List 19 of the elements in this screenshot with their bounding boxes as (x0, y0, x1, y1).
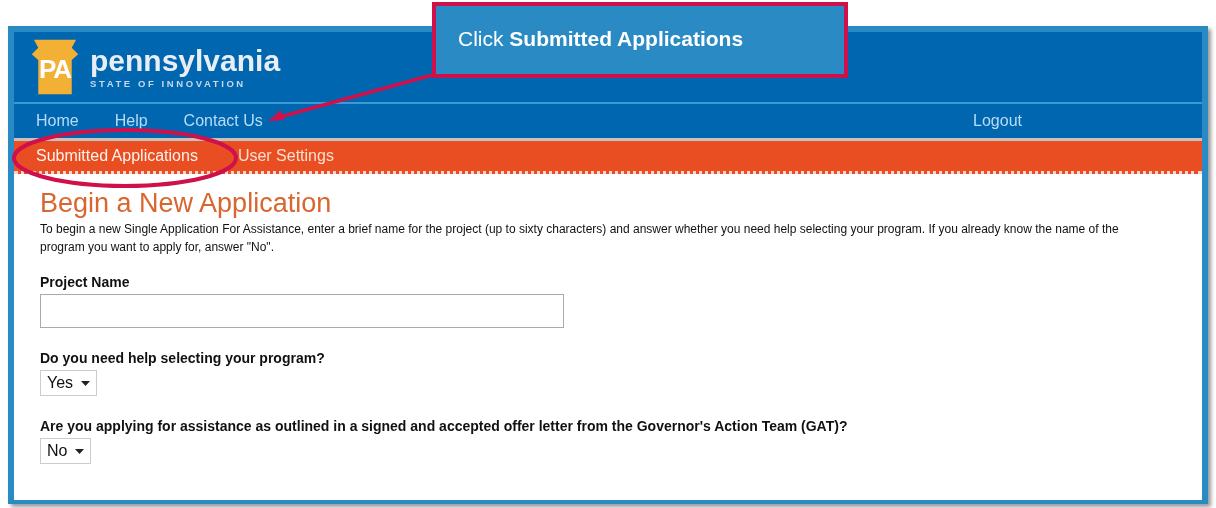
logo-title: pennsylvania (90, 45, 281, 76)
intro-text: To begin a new Single Application For Assistance, enter a brief name for the project (up to sixty characters) and answer whether you need help selecting your program. If you already know the name of the program you want to apply for, answer "No". (40, 221, 1120, 256)
callout-box: Click Submitted Applications (432, 2, 848, 78)
field-label: Are you applying for assistance as outlined in a signed and accepted offer letter from the Governor's Action Team (GAT)? (40, 418, 849, 434)
field-label: Do you need help selecting your program? (40, 350, 326, 366)
nav-link[interactable]: Contact Us (183, 112, 263, 130)
dropdown[interactable]: No (40, 438, 92, 464)
page-title: Begin a New Application (40, 188, 333, 218)
dropdown[interactable]: Yes (40, 370, 98, 396)
input-field[interactable] (40, 294, 564, 328)
caret-icon (81, 380, 91, 386)
sub-nav-link[interactable]: User Settings (237, 147, 334, 165)
sub-nav-link[interactable]: Submitted Applications (36, 147, 198, 165)
nav-link[interactable]: Home (36, 112, 79, 130)
logout-link[interactable]: Logout (973, 112, 1022, 130)
nav-link[interactable]: Help (114, 112, 148, 130)
logo-tagline: STATE OF INNOVATION (90, 77, 247, 89)
field-label: Project Name (40, 274, 131, 290)
caret-icon (75, 448, 85, 454)
